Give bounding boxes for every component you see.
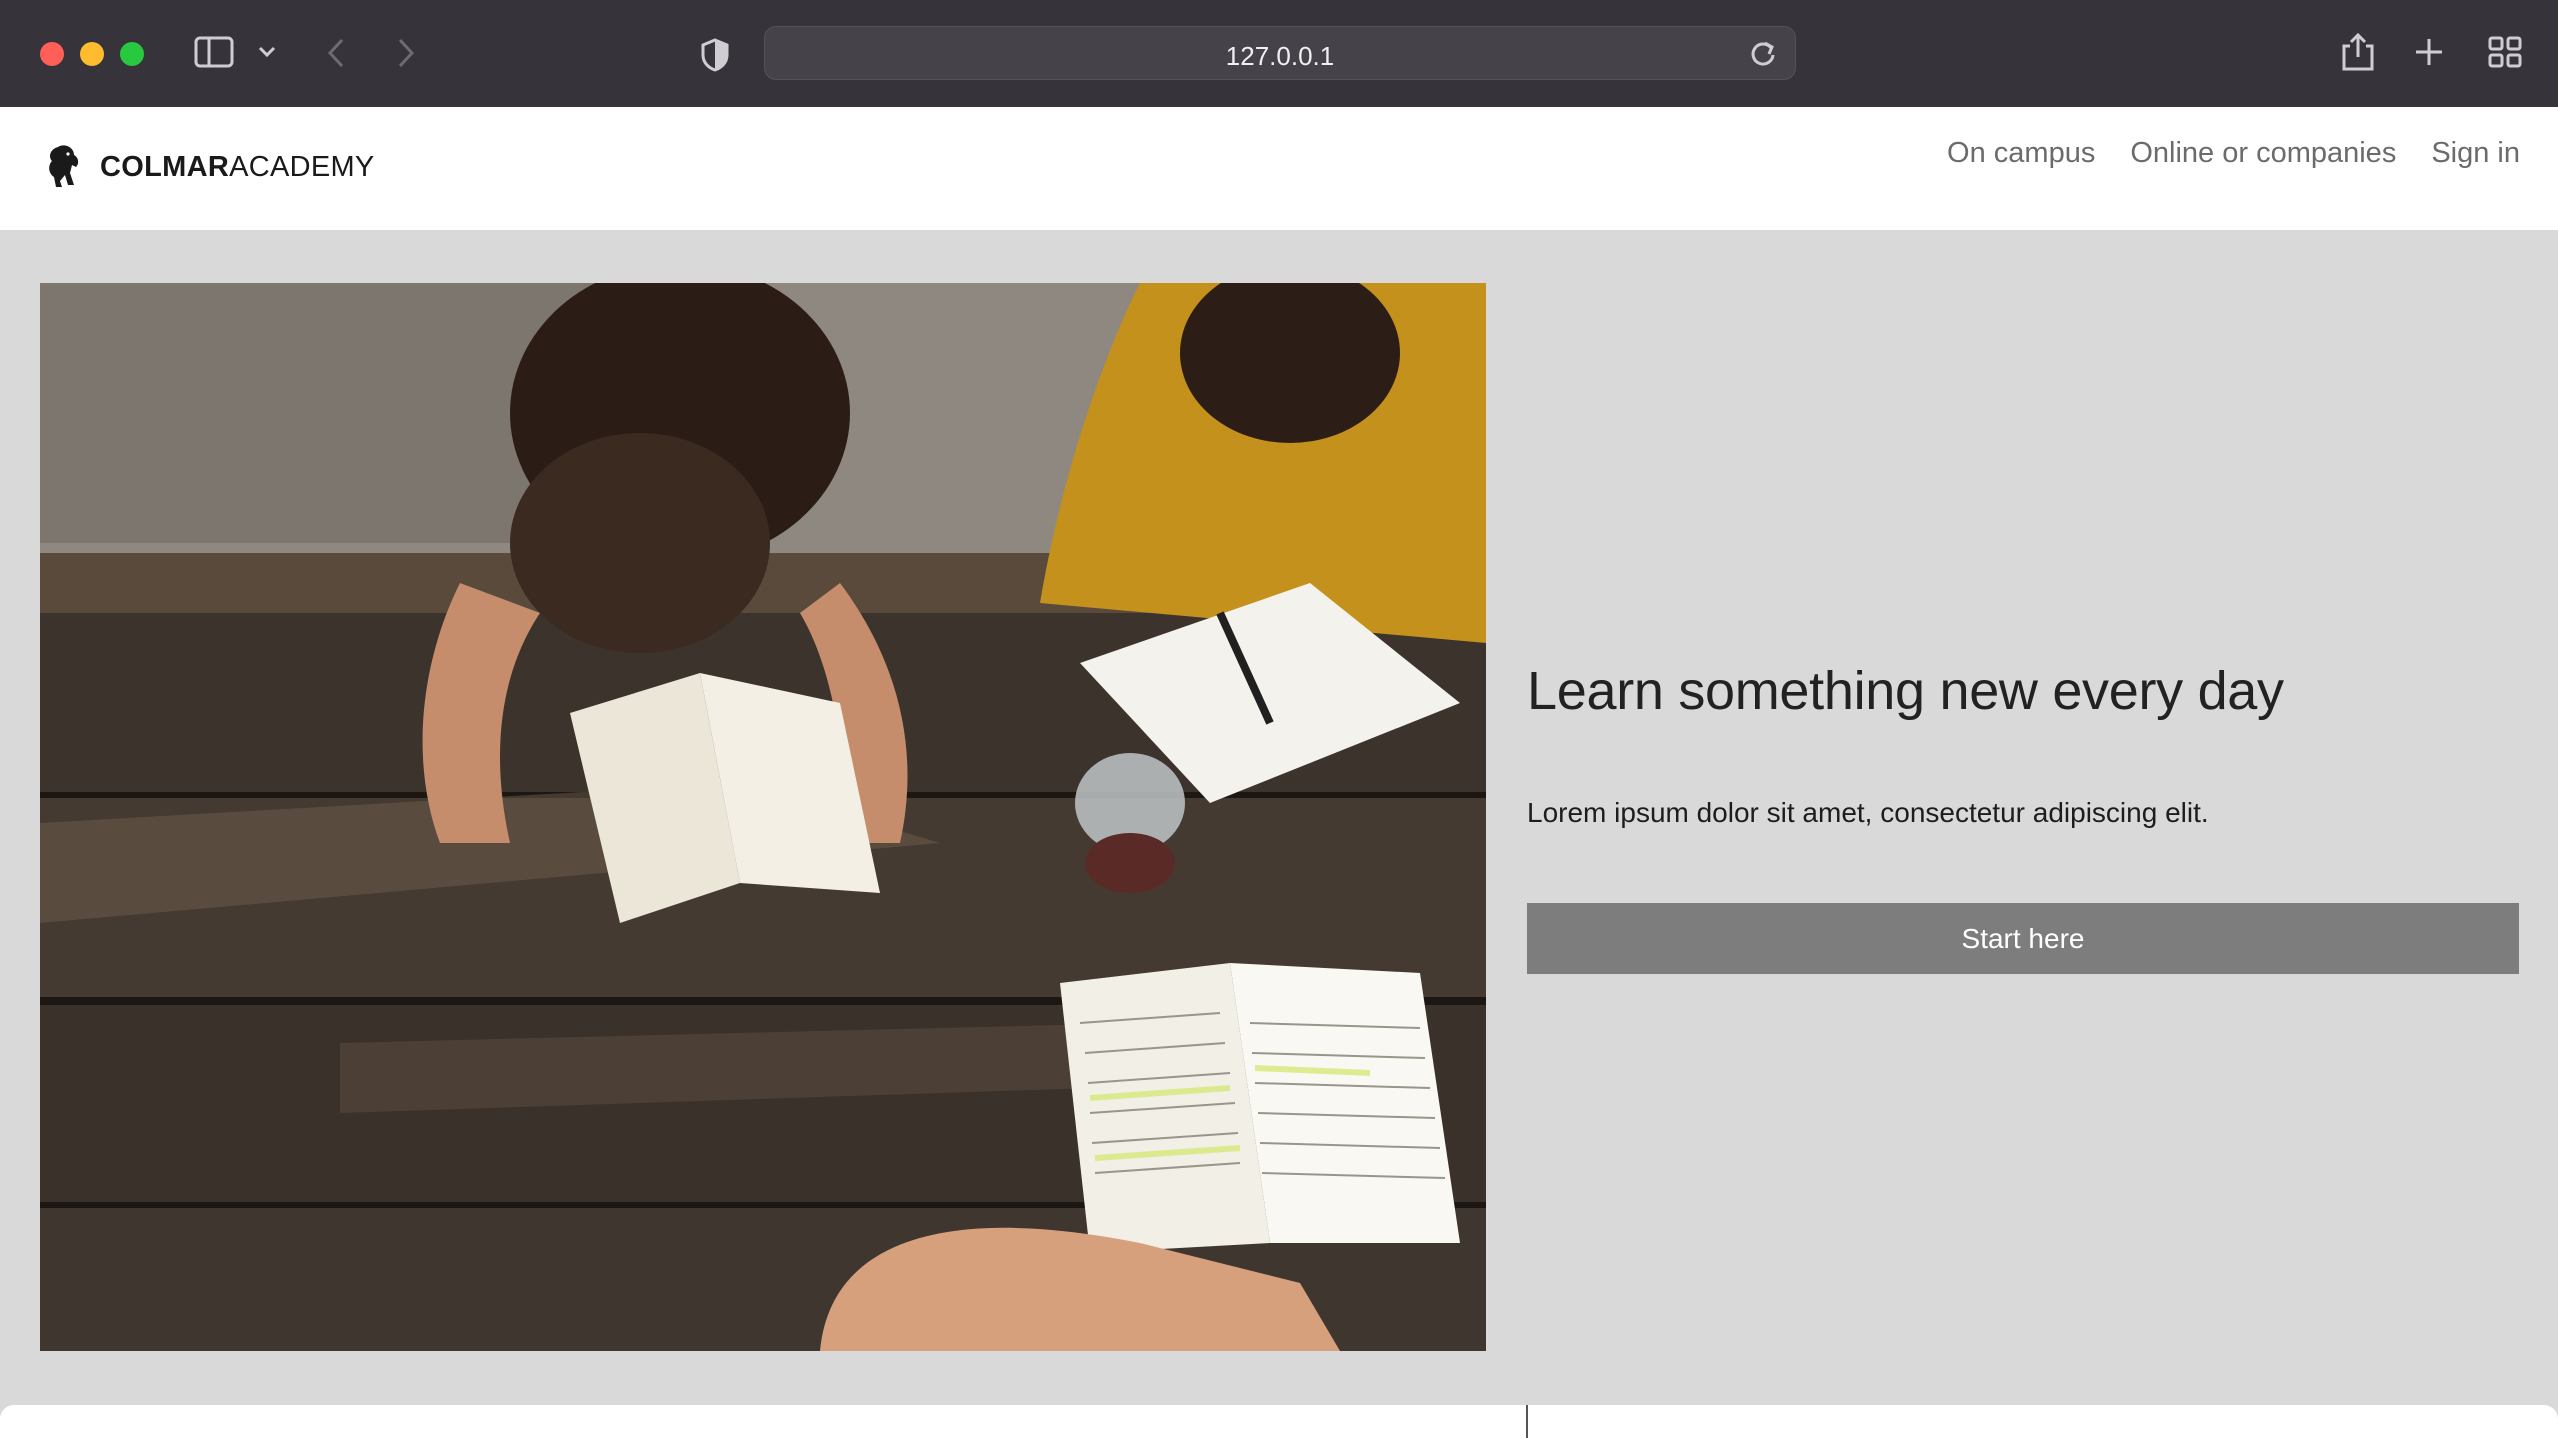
section-divider [1526,1405,1528,1438]
hero-description: Lorem ipsum dolor sit amet, consectetur … [1527,797,2209,828]
url-text: 127.0.0.1 [1225,41,1335,71]
browser-toolbar: 127.0.0.1 [0,0,2558,107]
lion-icon[interactable] [44,143,82,189]
minimize-window-button[interactable] [80,42,104,66]
close-window-button[interactable] [40,42,64,66]
share-icon[interactable] [2340,32,2376,77]
address-bar[interactable]: 127.0.0.1 [764,26,1796,80]
next-section [0,1405,2558,1438]
nav-on-campus[interactable]: On campus [1947,137,2095,170]
sidebar-toggle-icon[interactable] [194,36,234,73]
maximize-window-button[interactable] [120,42,144,66]
reload-icon[interactable] [1749,39,1777,72]
main-nav: On campus Online or companies Sign in [1947,137,2520,170]
nav-sign-in[interactable]: Sign in [2431,137,2520,170]
chevron-down-icon[interactable] [258,45,276,63]
brand-light: ACADEMY [229,151,375,183]
start-here-button[interactable]: Start here [1527,903,2519,974]
brand-bold: COLMAR [100,151,230,183]
forward-icon[interactable] [396,38,416,73]
tab-overview-icon[interactable] [2488,36,2522,73]
back-icon[interactable] [326,38,346,73]
shield-icon[interactable] [700,38,730,77]
hero-title: Learn something new every day [1527,661,2284,721]
nav-online-or-companies[interactable]: Online or companies [2130,137,2396,170]
site-header: COLMARACADEMY On campus Online or compan… [0,107,2558,230]
plus-icon[interactable] [2414,37,2444,72]
brand-name[interactable]: COLMARACADEMY [100,151,375,184]
hero-image [40,283,1486,1351]
